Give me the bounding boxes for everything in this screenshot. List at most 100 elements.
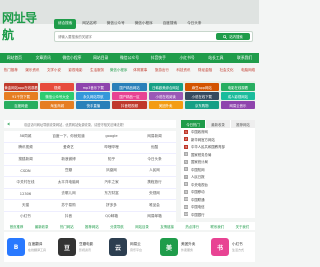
category-link[interactable]: 生活服务 (86, 68, 108, 73)
nav-item[interactable]: 小红书号 (173, 55, 202, 61)
highlight-link[interactable]: 快手直播 (76, 101, 111, 109)
side-tab[interactable]: 今日热门 (181, 120, 205, 128)
side-list-item[interactable]: 4 国家税务总局 (181, 151, 255, 159)
site-link[interactable]: 中关村在线 (4, 177, 47, 189)
nav-item[interactable]: 网站目录 (86, 55, 115, 61)
site-link[interactable]: 汽车之家 (90, 177, 133, 189)
side-list-item[interactable]: 6 中国知网 (181, 166, 255, 174)
nav-item[interactable]: 微信小程序 (58, 55, 87, 61)
highlight-link[interactable]: 抖音短视频 (112, 101, 147, 109)
bottom-nav-item[interactable]: 分类导航 (104, 224, 129, 229)
side-list-item[interactable]: 10 中国联通 (181, 196, 255, 204)
bottom-nav-item[interactable]: 最新收录 (29, 224, 54, 229)
highlight-link[interactable]: 成人影视网站 (220, 92, 255, 100)
search-tab[interactable]: 微信小程序 (131, 19, 157, 29)
site-link[interactable]: 苏宁易购 (47, 200, 90, 212)
bottom-nav-item[interactable]: 首页推荐 (4, 224, 29, 229)
highlight-link[interactable]: 91干货下载 (4, 92, 39, 100)
highlight-link[interactable]: 百度网盘 (4, 101, 39, 109)
category-link[interactable]: 娱乐资讯 (22, 68, 44, 73)
category-link[interactable]: 财经金融 (194, 68, 216, 73)
bottom-nav-item[interactable]: 热门网站 (54, 224, 79, 229)
site-link[interactable]: 今日头条 (133, 154, 176, 166)
side-list-item[interactable]: 7 人民日报 (181, 173, 255, 181)
nav-item[interactable]: 抖音快手 (144, 55, 173, 61)
featured-card[interactable]: B 百度翻译 在线翻译工具 (4, 232, 51, 262)
highlight-link[interactable]: 微信公众号大全 (40, 92, 75, 100)
category-link[interactable]: 体育赛事 (129, 68, 151, 73)
search-button[interactable]: 站内搜索 (216, 33, 250, 40)
site-link[interactable]: 东方财富 (90, 188, 133, 200)
search-input[interactable] (58, 34, 208, 40)
category-link[interactable]: 影视电影 (65, 68, 87, 73)
featured-card[interactable]: 豆豆瓣电影 影视资讯 (55, 232, 102, 262)
search-tab[interactable]: 综合搜索 (54, 19, 77, 29)
featured-card[interactable]: 云网易云 音乐平台 (106, 232, 153, 262)
site-link[interactable]: 拼多多 (90, 200, 133, 212)
side-tab[interactable]: 最新收录 (206, 120, 230, 128)
highlight-link[interactable]: 国产精品一区 (112, 92, 147, 100)
search-tab[interactable]: 微信公众号 (103, 19, 129, 29)
side-tab[interactable]: 推荐网站 (231, 120, 255, 128)
site-link[interactable]: 优酷 (133, 142, 176, 154)
highlight-link[interactable]: 视频 (40, 83, 75, 91)
side-list-item[interactable]: 2 新华网官方网站 (181, 136, 255, 144)
bottom-nav-item[interactable]: 网站目录 (129, 224, 154, 229)
site-link[interactable]: google (90, 131, 133, 143)
site-link[interactable]: 哔哩哔哩 (90, 142, 133, 154)
nav-item[interactable]: 联系我们 (230, 55, 259, 61)
site-link[interactable]: 搜狐新闻 (4, 154, 47, 166)
site-link[interactable]: 百度一下，你就知道 (47, 131, 90, 143)
featured-card[interactable]: 书小红书 生活方式 (208, 232, 255, 262)
site-link[interactable]: 携程旅行 (133, 177, 176, 189)
highlight-link[interactable]: 黄金网站app在线观看 (4, 83, 39, 91)
site-link[interactable]: 爱奇艺 (47, 142, 90, 154)
highlight-link[interactable]: 电影在线观看 (220, 83, 255, 91)
category-link[interactable]: 社会文化 (216, 68, 238, 73)
category-link[interactable]: 微信小程序 (108, 68, 130, 73)
highlight-link[interactable]: 美团外卖 (148, 101, 183, 109)
nav-item[interactable]: 站长工具 (201, 55, 230, 61)
highlight-link[interactable]: mp3音乐下载 (76, 83, 111, 91)
side-list-item[interactable]: 11 中国电信 (181, 203, 255, 211)
site-link[interactable]: 网易新闻 (133, 131, 176, 143)
nav-item[interactable]: 网站首页 (0, 55, 29, 61)
side-list-item[interactable]: 12 中国银行 (181, 211, 255, 219)
category-link[interactable]: 旅游出行 (151, 68, 173, 73)
site-link[interactable]: 天猫 (4, 200, 47, 212)
site-link[interactable]: 唯品会 (133, 200, 176, 212)
site-link[interactable]: 新浪微博 (47, 154, 90, 166)
nav-item[interactable]: 微信公众号 (115, 55, 144, 61)
bottom-nav-item[interactable]: 关于我们 (230, 224, 255, 229)
highlight-link[interactable]: 麻豆app网站 (184, 83, 219, 91)
site-link[interactable]: 12306 (4, 188, 47, 200)
bottom-nav-item[interactable]: 友情链接 (155, 224, 180, 229)
highlight-link[interactable]: 淘宝商城 (40, 101, 75, 109)
highlight-link[interactable]: 永久网站导航 (76, 92, 111, 100)
site-link[interactable]: CSDN (4, 165, 47, 177)
highlight-link[interactable]: 小说在线下载 (184, 92, 219, 100)
search-tab[interactable]: 百度搜索 (159, 19, 181, 29)
site-link[interactable]: 豆瓣 (47, 165, 90, 177)
side-list-item[interactable]: 9 中国移动 (181, 188, 255, 196)
site-link[interactable]: 58同城 (4, 131, 47, 143)
search-tab[interactable]: 网站名称 (78, 19, 100, 29)
highlight-link[interactable]: 京东购物 (184, 101, 219, 109)
highlight-link[interactable]: 小说在线阅读 (148, 92, 183, 100)
highlight-link[interactable]: 国产精品网站 (112, 83, 147, 91)
bottom-nav-item[interactable]: 热点排行 (180, 224, 205, 229)
site-link[interactable]: 人民网 (133, 165, 176, 177)
category-link[interactable]: 电脑网络 (237, 68, 259, 73)
highlight-link[interactable]: 日韩欧美综合网站 (148, 83, 183, 91)
side-list-item[interactable]: 3 中华人民共和国教育部 (181, 143, 255, 151)
featured-card[interactable]: 美美团外卖 外卖服务 (157, 232, 204, 262)
site-link[interactable]: 腾讯视频 (4, 142, 47, 154)
site-link[interactable]: 知乎 (90, 154, 133, 166)
site-link[interactable]: 太平洋电脑网 (47, 177, 90, 189)
side-list-item[interactable]: 8 中央电视台 (181, 181, 255, 189)
site-link[interactable]: 央视网 (133, 188, 176, 200)
highlight-link[interactable]: 网易云音乐 (220, 101, 255, 109)
category-link[interactable]: 文学小说 (43, 68, 65, 73)
side-list-item[interactable]: 5 国家统计局 (181, 158, 255, 166)
site-link[interactable]: 去哪儿网 (47, 188, 90, 200)
